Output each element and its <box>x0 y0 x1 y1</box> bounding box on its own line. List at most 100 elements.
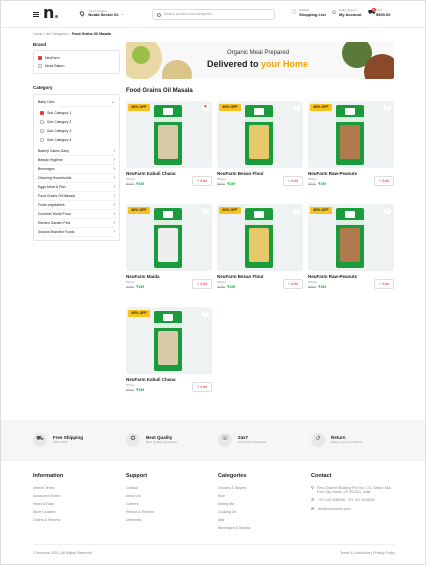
category-item[interactable]: Cleaning Households › <box>38 174 115 183</box>
category-item[interactable]: Bakery Cakes Dairy › <box>38 147 115 156</box>
add-to-cart-button[interactable]: + Add <box>374 279 394 289</box>
promo-banner[interactable]: Organic Meal Prepared Delivered to your … <box>126 42 394 79</box>
footer-info-link[interactable]: Store Location <box>33 510 63 518</box>
footer-info-link[interactable]: Search Terms <box>33 486 63 494</box>
footer-category-link[interactable]: Mixing Ma <box>218 502 251 510</box>
top-header: n Your Location Noida Sector 62 ⌄ Search… <box>1 1 425 28</box>
category-item[interactable]: Gourmet World Food › <box>38 210 115 219</box>
checkbox[interactable] <box>40 138 44 143</box>
product-card[interactable]: 60% OFF ♡ NeuFarm Kabuli Chana 500gm ₹990 ₹15… <box>126 307 212 392</box>
wishlist-heart-icon[interactable]: ♥ <box>202 104 209 111</box>
footer-category-link[interactable]: Cooking Oil <box>218 510 251 518</box>
product-name[interactable]: NeuFarm Maida <box>126 274 160 279</box>
add-to-cart-button[interactable]: + Add <box>192 176 212 186</box>
checkbox[interactable] <box>40 120 44 125</box>
brand-logo-icon <box>163 314 173 321</box>
chevron-right-icon: › <box>113 201 115 208</box>
product-card[interactable]: 60% OFF ♡ NeuFarm Raw-Peanuts 500gm ₹990 ₹159… <box>308 101 394 186</box>
location-selector[interactable]: Your Location Noida Sector 62 ⌄ <box>79 9 124 18</box>
product-card[interactable]: 60% OFF ♡ NeuFarm Besan Flour 500gm ₹990 ₹159… <box>217 204 303 289</box>
product-image[interactable]: 60% OFF ♡ <box>308 204 394 271</box>
product-card[interactable]: 60% OFF ♡ NeuFarm Maida 500gm ₹990 ₹159 + Add <box>126 204 212 289</box>
features-strip: ⛟ Free Shipping Above $99 ✪ Best Quality Best… <box>1 420 425 460</box>
category-item[interactable]: Food Grains Oil Masala › <box>38 192 115 201</box>
checkbox[interactable] <box>38 56 42 61</box>
cart-link[interactable]: ⛟ 0 Cart $500.00 <box>368 8 390 17</box>
product-name[interactable]: NeuFarm Besan Flour <box>217 274 264 279</box>
wishlist-heart-icon[interactable]: ♡ <box>202 310 209 317</box>
product-name[interactable]: NeuFarm Raw-Peanuts <box>308 171 357 176</box>
category-baby-care[interactable]: Baby Care ⌄ <box>38 98 115 107</box>
footer-support-link[interactable]: About Us <box>126 494 154 502</box>
add-to-cart-button[interactable]: + Add <box>283 176 303 186</box>
wishlist-heart-icon[interactable]: ♡ <box>384 104 391 111</box>
add-to-cart-button[interactable]: + Add <box>192 382 212 392</box>
account-link[interactable]: ☺ Hello, Sign In My Account <box>331 8 362 17</box>
checkbox[interactable] <box>38 64 42 69</box>
product-name[interactable]: NeuFarm Besan Flour <box>217 171 264 176</box>
product-price: ₹990 ₹159 <box>217 182 235 186</box>
discount-badge: 60% OFF <box>128 207 150 214</box>
chevron-right-icon: › <box>113 165 115 172</box>
category-item[interactable]: Snacks Branded Foods › <box>38 228 115 237</box>
wishlist-heart-icon[interactable]: ♡ <box>293 207 300 214</box>
subcategory-option[interactable]: Sub Category 3 <box>40 127 115 136</box>
chevron-right-icon: › <box>113 156 115 163</box>
brand-logo[interactable]: n <box>43 3 59 22</box>
product-image[interactable]: 60% OFF ♡ <box>217 204 303 271</box>
subcategory-label: Sub Category 1 <box>47 111 72 116</box>
footer-info-link[interactable]: Orders & Returns <box>33 518 63 526</box>
menu-icon[interactable] <box>33 11 39 17</box>
product-name[interactable]: NeuFarm Kabuli Chana <box>126 171 176 176</box>
footer-category-link[interactable]: Beverages & Snacks <box>218 526 251 534</box>
chevron-right-icon: › <box>113 228 115 235</box>
cart-icon: ⛟ 0 <box>368 8 376 17</box>
category-item[interactable]: Fruits vegetables › <box>38 201 115 210</box>
wishlist-heart-icon[interactable]: ♡ <box>293 104 300 111</box>
footer-category-link[interactable]: Atta <box>218 518 251 526</box>
product-card[interactable]: 60% OFF ♥ NeuFarm Kabuli Chana 500gm ₹990 ₹15… <box>126 101 212 186</box>
add-to-cart-button[interactable]: + Add <box>192 279 212 289</box>
product-image[interactable]: 60% OFF ♡ <box>217 101 303 168</box>
product-image[interactable]: 60% OFF ♥ <box>126 101 212 168</box>
category-label: Kitchen Garden Pets <box>38 220 71 225</box>
category-item[interactable]: Eggs Meat & Fish › <box>38 183 115 192</box>
brand-option[interactable]: NeuFarm <box>38 54 115 62</box>
checkbox[interactable] <box>40 129 44 134</box>
footer-support-link[interactable]: Careers <box>126 502 154 510</box>
wishlist-heart-icon[interactable]: ♡ <box>202 207 209 214</box>
pack-window <box>158 125 178 159</box>
breadcrumb-home[interactable]: Home <box>33 32 42 36</box>
subcategory-option[interactable]: Sub Category 2 <box>40 118 115 127</box>
footer-support-link[interactable]: Refund & Returns <box>126 510 154 518</box>
footer-support-link[interactable]: Deliveries <box>126 518 154 526</box>
product-image[interactable]: 60% OFF ♡ <box>126 307 212 374</box>
terms-link[interactable]: Terms & Conditions | Privacy Policy <box>340 551 395 555</box>
product-image[interactable]: 60% OFF ♡ <box>308 101 394 168</box>
product-card[interactable]: 60% OFF ♡ NeuFarm Raw-Peanuts 500gm ₹990 ₹159… <box>308 204 394 289</box>
add-to-cart-button[interactable]: + Add <box>283 279 303 289</box>
category-item[interactable]: Kitchen Garden Pets › <box>38 219 115 228</box>
brand-option[interactable]: Nova Saturn <box>38 62 115 70</box>
footer-info-link[interactable]: Advanced Search <box>33 494 63 502</box>
product-image[interactable]: 60% OFF ♡ <box>126 204 212 271</box>
footer-info-link[interactable]: Helps & Faqs <box>33 502 63 510</box>
subcategory-option[interactable]: Sub Category 1 <box>40 109 115 118</box>
footer-category-link[interactable]: Grocery & Staples <box>218 486 251 494</box>
add-to-cart-button[interactable]: + Add <box>374 176 394 186</box>
shopping-list-link[interactable]: ♡ Wishlist Shopping List <box>291 8 325 17</box>
category-item[interactable]: Beauty Hygiene › <box>38 156 115 165</box>
contact-phone[interactable]: ✆ +91 120 4258336, +91 120 4240000 <box>311 497 395 503</box>
search-input[interactable]: Search product and categories <box>152 9 275 20</box>
footer-category-link[interactable]: Rice <box>218 494 251 502</box>
product-name[interactable]: NeuFarm Raw-Peanuts <box>308 274 357 279</box>
breadcrumb-all[interactable]: All Categories <box>46 32 68 36</box>
category-item[interactable]: Beverages › <box>38 165 115 174</box>
product-card[interactable]: 60% OFF ♡ NeuFarm Besan Flour 500gm ₹990 ₹159… <box>217 101 303 186</box>
footer-support-link[interactable]: Contact <box>126 486 154 494</box>
contact-email[interactable]: ✉ info@neuromen.com <box>311 506 395 512</box>
wishlist-heart-icon[interactable]: ♡ <box>384 207 391 214</box>
product-name[interactable]: NeuFarm Kabuli Chana <box>126 377 176 382</box>
checkbox[interactable] <box>40 111 44 116</box>
subcategory-option[interactable]: Sub Category 4 <box>40 136 115 145</box>
